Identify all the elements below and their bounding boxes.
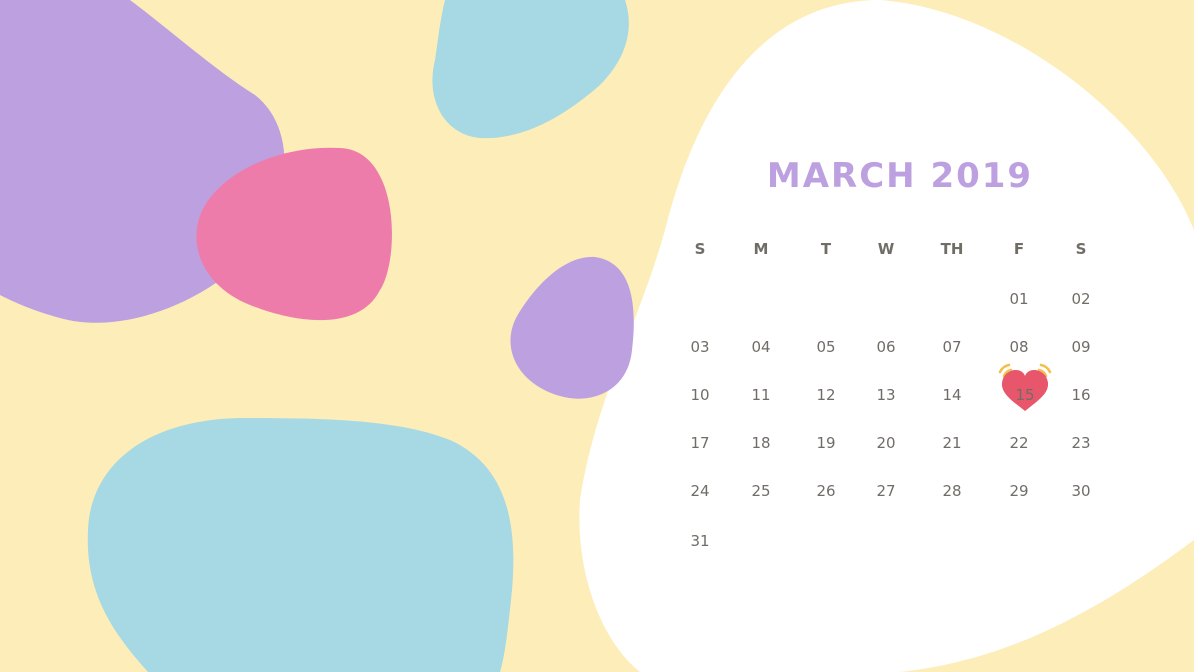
weekday-tuesday: T (820, 240, 832, 258)
calendar-day: 11 (751, 386, 771, 404)
calendar-day: 28 (942, 482, 962, 500)
purple-blob-small (510, 256, 634, 399)
weekday-sunday: S (694, 240, 706, 258)
calendar-day: 01 (1009, 290, 1029, 308)
calendar-day: 17 (690, 434, 710, 452)
calendar-day-highlighted: 15 (1015, 386, 1035, 404)
weekday-monday: M (753, 240, 769, 258)
calendar-day: 13 (876, 386, 896, 404)
weekday-friday: F (1013, 240, 1025, 258)
calendar-day: 16 (1071, 386, 1091, 404)
calendar-day: 10 (690, 386, 710, 404)
calendar-day: 08 (1009, 338, 1029, 356)
calendar-day: 07 (942, 338, 962, 356)
calendar-day: 26 (816, 482, 836, 500)
calendar-title: MARCH 2019 (766, 156, 1034, 196)
calendar-day: 19 (816, 434, 836, 452)
calendar: MARCH 2019 S M T W TH F S 01 02 03 04 05 06 07… (668, 150, 1118, 570)
calendar-day: 02 (1071, 290, 1091, 308)
calendar-day: 09 (1071, 338, 1091, 356)
calendar-day: 21 (942, 434, 962, 452)
calendar-day: 24 (690, 482, 710, 500)
blue-blob-bottom (87, 418, 514, 672)
calendar-day: 12 (816, 386, 836, 404)
weekday-thursday: TH (940, 240, 964, 258)
calendar-day: 04 (751, 338, 771, 356)
weekday-saturday: S (1075, 240, 1087, 258)
calendar-day: 18 (751, 434, 771, 452)
calendar-day: 23 (1071, 434, 1091, 452)
weekday-wednesday: W (877, 240, 895, 258)
calendar-day: 03 (690, 338, 710, 356)
calendar-day: 05 (816, 338, 836, 356)
calendar-day: 31 (690, 532, 710, 550)
calendar-day: 14 (942, 386, 962, 404)
calendar-day: 22 (1009, 434, 1029, 452)
blue-blob-top (432, 0, 629, 139)
calendar-day: 29 (1009, 482, 1029, 500)
calendar-day: 27 (876, 482, 896, 500)
calendar-day: 20 (876, 434, 896, 452)
calendar-day: 25 (751, 482, 771, 500)
calendar-day: 06 (876, 338, 896, 356)
calendar-day: 30 (1071, 482, 1091, 500)
